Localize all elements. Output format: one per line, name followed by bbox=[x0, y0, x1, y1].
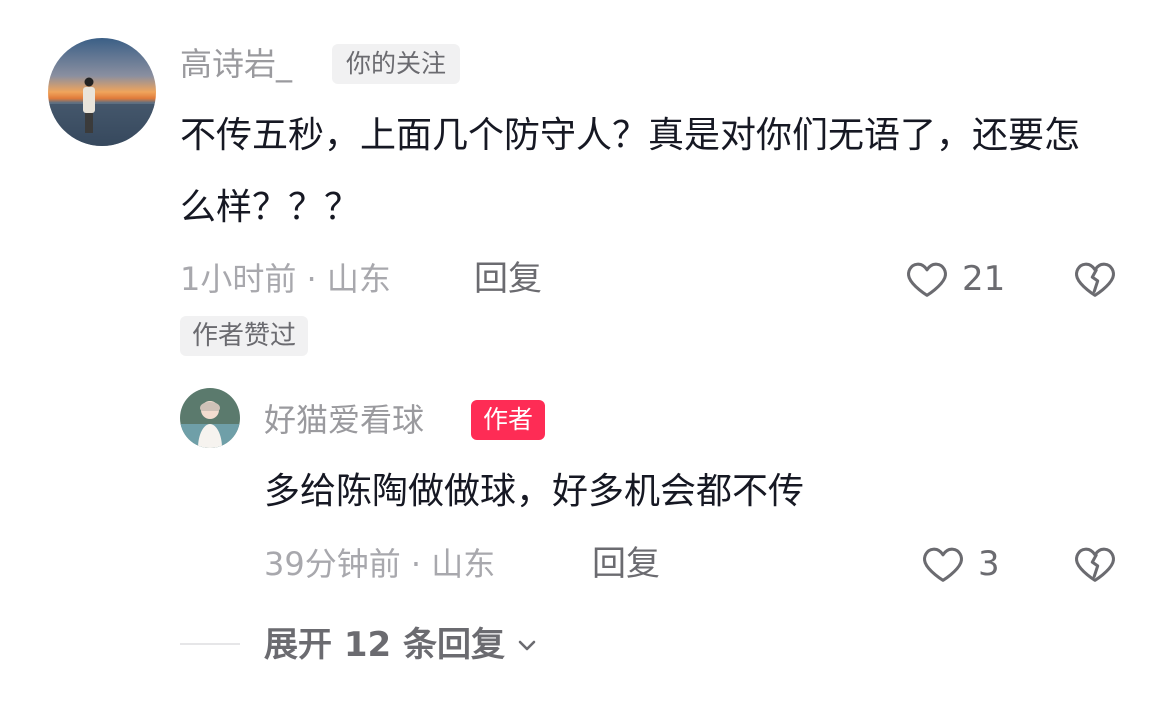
reply-like-count: 3 bbox=[978, 544, 1000, 584]
replier-avatar[interactable] bbox=[180, 388, 240, 448]
reply-to-reply-button[interactable]: 回复 bbox=[592, 544, 660, 584]
reply-button[interactable]: 回复 bbox=[474, 259, 542, 299]
portrait-photo-icon bbox=[180, 388, 240, 448]
heart-outline-icon[interactable] bbox=[920, 541, 966, 587]
chevron-down-icon bbox=[515, 633, 539, 657]
reply-time-location: 39分钟前 · 山东 bbox=[264, 545, 496, 583]
expand-replies-button[interactable]: 展开 12 条回复 bbox=[264, 625, 539, 665]
author-liked-badge: 作者赞过 bbox=[180, 316, 309, 356]
following-tag: 你的关注 bbox=[332, 44, 461, 84]
expand-replies-label: 展开 12 条回复 bbox=[264, 625, 505, 665]
replier-username[interactable]: 好猫爱看球 bbox=[264, 400, 424, 440]
broken-heart-icon[interactable] bbox=[1072, 541, 1118, 587]
comment-time-location: 1小时前 · 山东 bbox=[180, 260, 391, 298]
author-tag: 作者 bbox=[471, 400, 546, 440]
commenter-username[interactable]: 高诗岩_ bbox=[180, 44, 292, 84]
heart-outline-icon[interactable] bbox=[904, 256, 950, 302]
commenter-avatar[interactable] bbox=[48, 38, 156, 146]
sunset-photo-icon bbox=[48, 38, 156, 146]
like-count: 21 bbox=[962, 259, 1006, 299]
comment-text: 不传五秒，上面几个防守人？真是对你们无语了，还要怎么样？？？ bbox=[180, 115, 1081, 228]
broken-heart-icon[interactable] bbox=[1072, 256, 1118, 302]
reply-text: 多给陈陶做做球，好多机会都不传 bbox=[264, 471, 805, 512]
expand-divider bbox=[180, 643, 240, 645]
